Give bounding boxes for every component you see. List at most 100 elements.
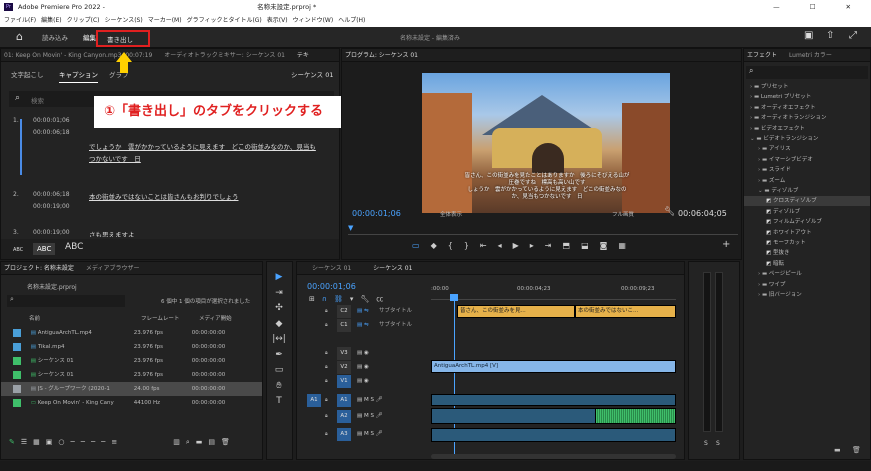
tab-sequence-a[interactable]: シーケンス 01 <box>312 265 351 272</box>
window-controls[interactable]: — ☐ ✕ <box>773 0 865 14</box>
lift-icon[interactable]: ⬒ <box>563 241 582 250</box>
effects-item[interactable]: › ▬ ページピール <box>744 269 870 279</box>
project-row[interactable]: ▭ Keep On Movin' - King Cany 44100 Hz 00:0… <box>1 396 262 410</box>
abc-small-button[interactable]: ABC <box>13 247 23 253</box>
play-icon[interactable]: ▶ <box>513 241 530 250</box>
project-row[interactable]: ▤ シーケンス 01 23.976 fps 00:00:00:00 <box>1 354 262 368</box>
effects-item[interactable]: ◩ 型抜き <box>744 248 870 258</box>
flag-icon[interactable]: ◆ <box>431 241 448 250</box>
audio-clip-a3[interactable] <box>431 428 676 442</box>
effects-item[interactable]: › ▬ プリセット <box>744 82 870 92</box>
effects-item[interactable]: › ▬ オーディオエフェクト <box>744 103 870 113</box>
share-icon[interactable]: ⇧ <box>826 30 834 41</box>
toggle-sync-icon[interactable]: ▤ ◉ <box>357 361 369 374</box>
lock-icon[interactable]: 🔒︎ <box>325 410 328 423</box>
razor-icon[interactable]: ◆ <box>271 317 287 333</box>
lock-icon[interactable]: 🔒︎ <box>325 361 328 374</box>
track-select-icon[interactable]: ⇥ <box>271 286 287 302</box>
sort-icon[interactable]: ≡ <box>111 438 123 446</box>
hand-icon[interactable]: ✋︎ <box>271 379 287 395</box>
project-row[interactable]: ▤ JS - グループワーク (2020-1 24.00 fps 00:00:00:… <box>1 382 262 396</box>
quality-dropdown[interactable]: フル画質 <box>612 210 634 218</box>
rectangle-icon[interactable]: ▭ <box>271 363 287 379</box>
find-icon[interactable]: ⌕ <box>186 438 196 446</box>
label-color-swatch[interactable] <box>13 384 21 393</box>
ripple-edit-icon[interactable]: ✣ <box>271 301 287 317</box>
audio-waveform[interactable] <box>595 408 676 424</box>
automate-icon[interactable]: ▥ <box>173 438 186 446</box>
settings-icon[interactable]: 🔧︎ <box>360 295 376 303</box>
audio-mixer-tab[interactable]: オーディオトラックミキサー: シーケンス 01 <box>164 52 285 59</box>
caption-clip-1[interactable]: 皆さん、この街並みを見... <box>457 305 575 318</box>
project-row[interactable]: ▤ AntiguaArchTL.mp4 23.976 fps 00:00:00:00 <box>1 326 262 340</box>
cc-icon[interactable]: ㏄ <box>376 295 390 303</box>
track-id[interactable]: V1 <box>337 375 351 388</box>
effects-item[interactable]: › ▬ ズーム <box>744 176 870 186</box>
effects-item[interactable]: › ▬ イマーシブビデオ <box>744 155 870 165</box>
lock-icon[interactable]: 🔒︎ <box>325 305 328 318</box>
tab-project[interactable]: プロジェクト: 名称未設定 <box>4 265 74 272</box>
label-color-swatch[interactable] <box>13 328 21 337</box>
effects-item[interactable]: ⌄ ▬ ビデオトランジション <box>744 134 870 144</box>
menu-item[interactable]: ウィンドウ(W) <box>293 17 334 24</box>
program-title[interactable]: プログラム: シーケンス 01 <box>345 52 418 59</box>
menu-item[interactable]: クリップ(C) <box>67 17 100 24</box>
label-color-swatch[interactable] <box>13 342 21 351</box>
out-point-icon[interactable]: } <box>464 241 480 250</box>
project-search-input[interactable]: ⌕ <box>7 295 125 307</box>
audio-controls[interactable]: ▤ M S 🎤︎ <box>357 410 383 423</box>
selection-tool-icon[interactable]: ▶ <box>271 270 287 286</box>
lock-icon[interactable]: 🔒︎ <box>325 428 328 441</box>
bin-icon[interactable]: ▬ <box>196 438 209 446</box>
track-id[interactable]: C1 <box>337 319 351 332</box>
effects-item[interactable]: › ▬ スライド <box>744 165 870 175</box>
playhead-icon[interactable]: ▼ <box>348 224 353 232</box>
marker-icon[interactable]: ▭ <box>412 241 431 250</box>
menu-item[interactable]: ファイル(F) <box>4 17 36 24</box>
effects-search-input[interactable]: ⌕ <box>746 66 868 79</box>
tab-import[interactable]: 読み込み <box>42 32 68 42</box>
effects-item[interactable]: ◩ ホワイトアウト <box>744 228 870 238</box>
linked-icon[interactable]: ⛓ <box>334 295 350 303</box>
col-fps[interactable]: フレームレート <box>141 314 179 322</box>
type-tool-icon[interactable]: T <box>271 394 287 410</box>
solo-left-button[interactable]: S <box>704 440 708 447</box>
trash-icon[interactable]: 🗑︎ <box>852 446 861 454</box>
tab-export[interactable]: 書き出し <box>96 30 150 47</box>
menu-item[interactable]: シーケンス(S) <box>105 17 143 24</box>
effects-item[interactable]: ◩ 暗転 <box>744 259 870 269</box>
wrench-icon[interactable]: 🔧︎ <box>664 207 675 217</box>
tab-lumetri[interactable]: Lumetri カラー <box>789 52 832 59</box>
goto-in-icon[interactable]: ⇤ <box>480 241 498 250</box>
audio-clip-a1[interactable] <box>431 394 676 406</box>
video-clip[interactable]: AntiguaArchTL.mp4 [V] <box>431 360 676 373</box>
list-view-icon[interactable]: ☰ <box>21 438 33 446</box>
effects-item[interactable]: ◩ ディゾルブ <box>744 207 870 217</box>
fit-dropdown[interactable]: 全体表示 <box>440 210 462 218</box>
new-item-icon[interactable]: ▤ <box>208 438 221 446</box>
caption-track-icon[interactable]: ▤ ⇋ <box>357 319 369 332</box>
label-color-swatch[interactable] <box>13 356 21 365</box>
effects-item[interactable]: ⌄ ▬ ディゾルブ <box>744 186 870 196</box>
lock-icon[interactable]: 🔒︎ <box>325 347 328 360</box>
col-name[interactable]: 名前 <box>29 314 40 322</box>
menu-item[interactable]: グラフィックとタイトル(G) <box>187 17 262 24</box>
timeline-timecode[interactable]: 00:00:01;06 <box>307 282 356 291</box>
fullscreen-icon[interactable]: ⤢ <box>849 30 857 41</box>
caption-item-2[interactable]: 2. 00:00:06;18 00:00:19;00 本の街並みではないことは皆… <box>9 189 329 229</box>
timeline-ruler[interactable]: :00:00 00:00:04;23 00:00:09;23 <box>431 284 676 300</box>
home-icon[interactable]: ⌂ <box>16 30 23 43</box>
text-tab[interactable]: テキ <box>297 52 309 59</box>
effects-item[interactable]: › ▬ アイリス <box>744 144 870 154</box>
add-button[interactable]: + <box>722 239 730 250</box>
menu-item[interactable]: 編集(E) <box>41 17 61 24</box>
track-id[interactable]: V3 <box>337 347 351 360</box>
caption-clip-2[interactable]: 本の街並みではないこ... <box>575 305 676 318</box>
caption-text[interactable]: 本の街並みではないことは皆さんもお判りでしょう <box>89 191 319 201</box>
effects-item[interactable]: › ▬ Lumetri プリセット <box>744 92 870 102</box>
goto-out-icon[interactable]: ⇥ <box>545 241 563 250</box>
effects-item[interactable]: › ▬ ワイプ <box>744 280 870 290</box>
caption-subtab-captions[interactable]: キャプション <box>59 69 98 83</box>
project-row[interactable]: ▤ シーケンス 01 23.976 fps 00:00:00:00 <box>1 368 262 382</box>
pen-icon[interactable]: ✒ <box>271 348 287 364</box>
